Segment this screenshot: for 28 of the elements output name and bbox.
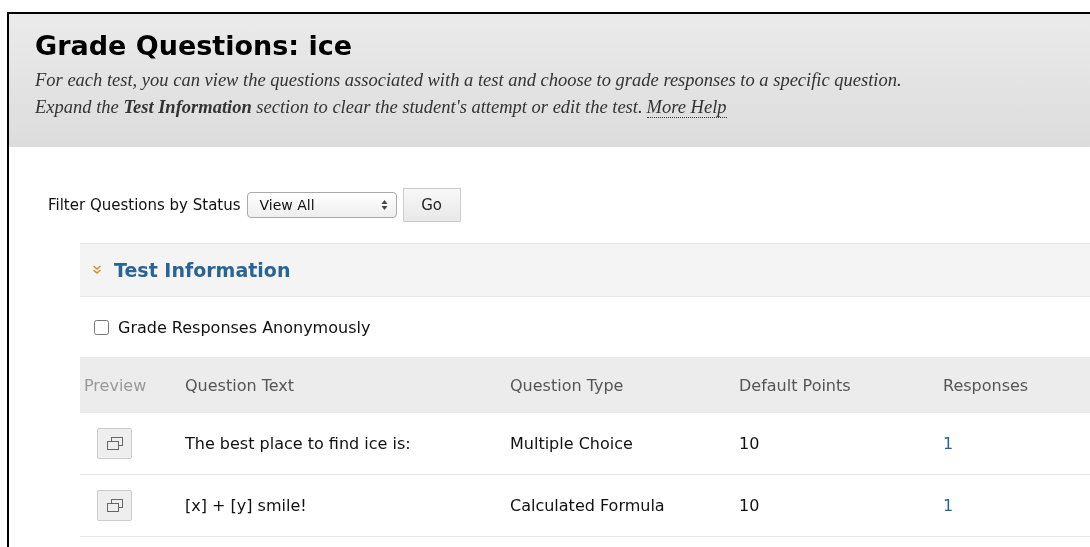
table-cell-text: 10 bbox=[739, 434, 761, 453]
more-help-link[interactable]: More Help bbox=[646, 97, 727, 118]
column-header: Question Type bbox=[510, 375, 625, 395]
column-header: Preview bbox=[83, 375, 148, 395]
column-header: Responses bbox=[943, 375, 1030, 395]
description-text: For each test, you can view the questions associated with a test and choose to grade responses to a specific question. bbox=[35, 70, 902, 90]
description-text: Expand the Test Information section to clear the student's attempt or edit the test. bbox=[35, 97, 643, 117]
windows-icon bbox=[106, 499, 123, 512]
filter-label: Filter Questions by Status bbox=[48, 196, 241, 214]
status-select[interactable]: View All bbox=[246, 192, 397, 218]
windows-icon bbox=[106, 437, 123, 450]
anonymous-label: Grade Responses Anonymously bbox=[118, 317, 371, 337]
page-title: Grade Questions: ice bbox=[35, 30, 354, 61]
table-cell-text: Calculated Formula bbox=[510, 496, 666, 515]
table-cell-text: The best place to find ice is: bbox=[185, 434, 412, 453]
test-information-link[interactable]: Test Information bbox=[114, 259, 291, 281]
preview-button[interactable] bbox=[97, 428, 132, 459]
table-cell-text: [x] + [y] smile! bbox=[185, 496, 308, 515]
column-header: Question Text bbox=[185, 375, 295, 395]
preview-button[interactable] bbox=[97, 490, 132, 521]
column-header: Default Points bbox=[739, 375, 852, 395]
responses-link[interactable]: 1 bbox=[943, 434, 954, 453]
anonymous-checkbox[interactable] bbox=[94, 319, 109, 335]
responses-link[interactable]: 1 bbox=[943, 496, 954, 515]
updown-arrows-icon bbox=[380, 199, 388, 211]
table-cell-text: 10 bbox=[739, 496, 761, 515]
table-cell-text: Multiple Choice bbox=[510, 434, 634, 453]
go-button[interactable]: Go bbox=[402, 188, 461, 222]
